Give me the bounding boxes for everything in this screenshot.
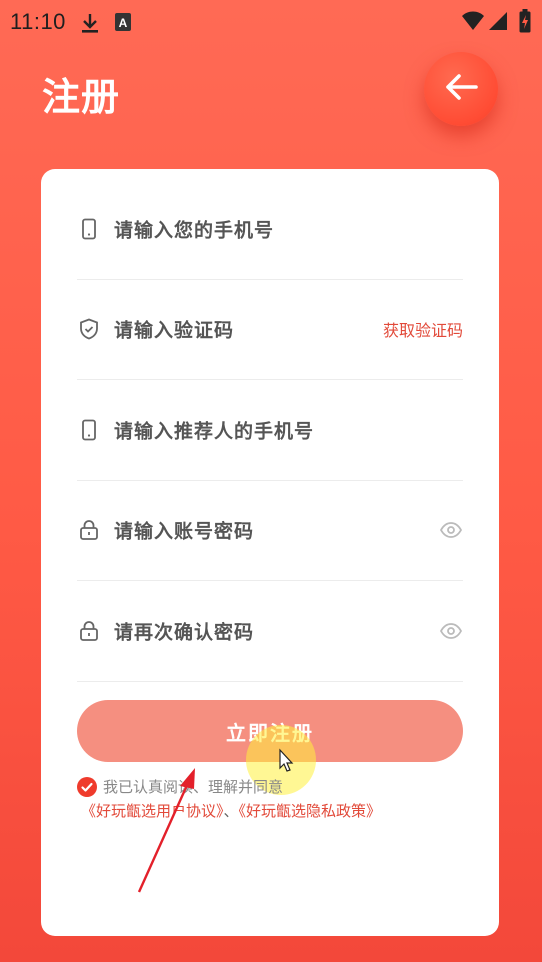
agreement-checkbox[interactable] (77, 777, 97, 797)
phone-icon (77, 217, 101, 241)
lock-icon (77, 619, 101, 643)
arrow-left-icon (444, 73, 478, 105)
lock-icon (77, 518, 101, 542)
verification-code-input[interactable]: 请输入验证码 (114, 316, 234, 343)
eye-icon[interactable] (439, 619, 463, 643)
register-button[interactable]: 立即注册 (77, 700, 463, 762)
phone-icon (77, 418, 101, 442)
confirm-password-field[interactable]: 请再次确认密码 (77, 581, 463, 682)
agreement-text: 我已认真阅读、理解并同意 (103, 778, 284, 796)
password-field[interactable]: 请输入账号密码 (77, 480, 463, 581)
referrer-phone-input[interactable]: 请输入推荐人的手机号 (114, 417, 314, 444)
status-time: 11:10 (10, 9, 66, 34)
battery-charging-icon (519, 9, 531, 38)
referrer-phone-field[interactable]: 请输入推荐人的手机号 (77, 380, 463, 481)
register-form-card: 请输入您的手机号 请输入验证码 获取验证码 请输入推荐人的手机号 请输入账号密码… (41, 169, 499, 936)
agreement-links: 《好玩甑选用户协议》、《好玩甑选隐私政策》 (81, 800, 381, 821)
signal-icon (488, 11, 508, 36)
verification-code-field[interactable]: 请输入验证码 获取验证码 (77, 279, 463, 380)
status-bar: 11:10 A (0, 0, 542, 44)
wifi-icon (462, 11, 484, 36)
app-a-icon: A (114, 12, 132, 37)
user-agreement-link[interactable]: 《好玩甑选用户协议》 (81, 802, 224, 820)
back-button[interactable] (424, 52, 498, 126)
download-icon (80, 12, 100, 39)
eye-icon[interactable] (439, 518, 463, 542)
agreement-separator: 、 (223, 802, 239, 820)
svg-text:A: A (119, 16, 128, 30)
confirm-password-input[interactable]: 请再次确认密码 (114, 618, 254, 645)
shield-check-icon (77, 317, 101, 341)
privacy-policy-link[interactable]: 《好玩甑选隐私政策》 (239, 802, 382, 820)
password-input[interactable]: 请输入账号密码 (114, 517, 254, 544)
phone-field[interactable]: 请输入您的手机号 (77, 179, 463, 280)
page-title: 注册 (42, 75, 121, 119)
get-code-button[interactable]: 获取验证码 (383, 317, 463, 341)
phone-input[interactable]: 请输入您的手机号 (114, 216, 274, 243)
